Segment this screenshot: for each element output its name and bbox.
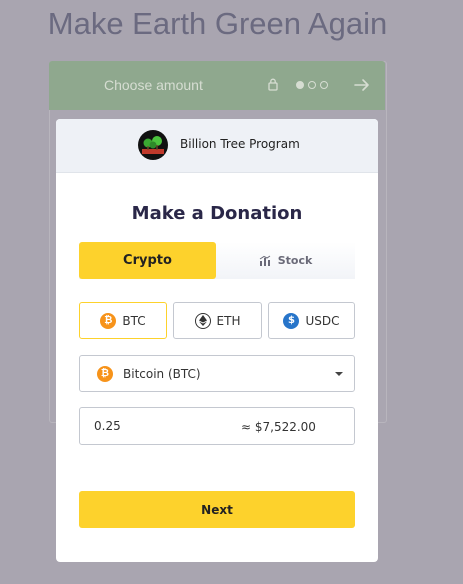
btc-button[interactable]: ₿ BTC — [79, 302, 167, 339]
bitcoin-icon: ₿ — [100, 312, 117, 329]
step-dot — [320, 81, 328, 89]
bar-chart-icon — [259, 255, 270, 266]
usdc-icon: $ — [283, 312, 300, 329]
bitcoin-icon: ₿ — [97, 365, 113, 382]
tab-stock[interactable]: Stock — [216, 242, 355, 279]
amount-field: ≈ $7,522.00 — [79, 407, 355, 445]
background-step-label: Choose amount — [104, 77, 203, 93]
usdc-button[interactable]: $ USDC — [268, 302, 355, 339]
coin-select[interactable]: ₿ Bitcoin (BTC) — [79, 355, 355, 392]
org-name: Billion Tree Program — [180, 137, 300, 151]
step-dot — [296, 81, 304, 89]
arrow-right-icon[interactable] — [354, 78, 370, 92]
usd-equivalent: ≈ $7,522.00 — [241, 420, 316, 434]
donation-modal: Billion Tree Program Make a Donation Cry… — [56, 119, 378, 562]
tab-crypto-label: Crypto — [123, 253, 172, 268]
modal-header: Billion Tree Program — [56, 119, 378, 173]
step-dot — [308, 81, 316, 89]
ethereum-icon — [194, 312, 211, 329]
btc-label: BTC — [122, 313, 146, 328]
page-title: Make Earth Green Again — [47, 6, 388, 41]
eth-label: ETH — [216, 313, 241, 328]
eth-button[interactable]: ETH — [173, 302, 262, 339]
lock-icon — [268, 78, 278, 91]
background-step-header: Choose amount — [49, 61, 385, 110]
tab-stock-label: Stock — [277, 254, 313, 267]
chevron-down-icon — [335, 372, 343, 376]
donation-type-tabs: Crypto Stock — [79, 242, 355, 279]
next-button[interactable]: Next — [79, 491, 355, 528]
modal-title: Make a Donation — [131, 203, 303, 224]
tab-crypto[interactable]: Crypto — [79, 242, 216, 279]
amount-input[interactable] — [94, 408, 214, 444]
usdc-label: USDC — [305, 313, 340, 328]
coin-select-value: Bitcoin (BTC) — [123, 366, 201, 381]
step-indicator — [296, 81, 328, 89]
tree-logo — [138, 130, 168, 160]
